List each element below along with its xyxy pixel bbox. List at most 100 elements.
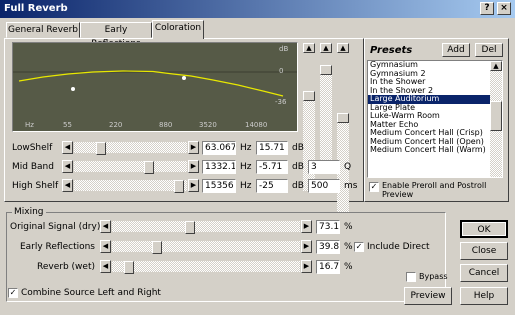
ok-button[interactable]: OK xyxy=(460,220,508,238)
freq-label-55: 55 xyxy=(63,121,72,129)
cancel-button[interactable]: Cancel xyxy=(460,264,508,282)
highshelf-ms-unit: ms xyxy=(344,181,358,191)
vslider-low-up[interactable]: ▲ xyxy=(303,43,315,53)
early-right-arrow[interactable]: ▶ xyxy=(301,240,312,253)
lowshelf-slider[interactable] xyxy=(73,141,188,155)
dry-left-arrow[interactable]: ◀ xyxy=(100,220,111,233)
enable-preroll-checkbox[interactable]: ✓ xyxy=(369,182,379,192)
db-label-zero: 0 xyxy=(279,67,284,75)
freq-label-3520: 3520 xyxy=(199,121,217,129)
early-left-arrow[interactable]: ◀ xyxy=(100,240,111,253)
title-bar: Full Reverb xyxy=(0,0,515,18)
midband-right-arrow[interactable]: ▶ xyxy=(188,160,199,173)
tab-general-reverb[interactable]: General Reverb xyxy=(6,22,80,38)
midband-left-arrow[interactable]: ◀ xyxy=(62,160,73,173)
dry-right-arrow[interactable]: ▶ xyxy=(301,220,312,233)
help-title-button[interactable]: ? xyxy=(480,2,494,15)
midband-q-unit: Q xyxy=(344,162,352,172)
preset-add-button[interactable]: Add xyxy=(442,43,470,57)
wet-right-arrow[interactable]: ▶ xyxy=(301,260,312,273)
window-title: Full Reverb xyxy=(4,3,68,14)
highshelf-slider[interactable] xyxy=(73,179,188,193)
tab-coloration[interactable]: Coloration xyxy=(152,20,204,39)
freq-label-220: 220 xyxy=(109,121,123,129)
help-button[interactable]: Help xyxy=(460,287,508,305)
highshelf-gain-unit: dB xyxy=(292,181,304,191)
lowshelf-left-arrow[interactable]: ◀ xyxy=(62,141,73,154)
highshelf-thumb[interactable] xyxy=(174,180,184,193)
freq-label-14080: 14080 xyxy=(245,121,268,129)
dry-value-field[interactable]: 73.1 xyxy=(316,220,340,234)
midband-freq-field[interactable]: 1332.1 xyxy=(202,160,236,174)
midband-q-field[interactable]: 3 xyxy=(308,160,340,174)
early-value-field[interactable]: 39.8 xyxy=(316,240,340,254)
close-title-button[interactable]: × xyxy=(497,2,511,15)
wet-label: Reverb (wet) xyxy=(37,262,95,272)
lowshelf-freq-unit: Hz xyxy=(240,143,252,153)
bypass-label: Bypass xyxy=(419,272,448,281)
lowshelf-right-arrow[interactable]: ▶ xyxy=(188,141,199,154)
db-label-bottom: -36 xyxy=(275,98,287,106)
midband-thumb[interactable] xyxy=(144,161,154,174)
freq-label-880: 880 xyxy=(159,121,173,129)
wet-value-field[interactable]: 16.7 xyxy=(316,260,340,274)
preset-item[interactable]: Medium Concert Hall (Warm) xyxy=(368,145,502,155)
wet-unit: % xyxy=(344,262,353,272)
dry-label: Original Signal (dry) xyxy=(10,222,101,232)
vslider-mid-up[interactable]: ▲ xyxy=(320,43,332,53)
midband-slider[interactable] xyxy=(73,160,188,174)
early-slider[interactable] xyxy=(111,240,301,254)
highshelf-ms-field[interactable]: 500 xyxy=(308,179,340,193)
enable-preroll-label: Enable Preroll and Postroll Preview xyxy=(382,181,487,199)
presets-title: Presets xyxy=(370,45,413,56)
highshelf-right-arrow[interactable]: ▶ xyxy=(188,179,199,192)
mixing-title: Mixing xyxy=(12,207,46,217)
lowshelf-thumb[interactable] xyxy=(96,142,106,155)
midband-gain-unit: dB xyxy=(292,162,304,172)
highshelf-label: High Shelf xyxy=(12,181,59,191)
tab-early-reflections[interactable]: Early Reflections xyxy=(80,22,152,49)
lowshelf-gain-field[interactable]: 15.71 xyxy=(256,141,288,155)
presets-scroll-up[interactable]: ▲ xyxy=(490,61,502,71)
wet-left-arrow[interactable]: ◀ xyxy=(100,260,111,273)
eq-graph[interactable]: Hz 55 220 880 3520 14080 dB 0 -36 xyxy=(12,42,298,132)
presets-list[interactable]: Gymnasium Gymnasium 2 In the Shower In t… xyxy=(367,60,503,178)
combine-checkbox[interactable]: ✓ xyxy=(8,288,18,298)
early-label: Early Reflections xyxy=(19,242,95,252)
lowshelf-freq-field[interactable]: 63.067 xyxy=(202,141,236,155)
midband-handle xyxy=(182,76,186,80)
wet-thumb[interactable] xyxy=(124,261,134,274)
include-direct-label: Include Direct xyxy=(367,242,430,252)
close-button[interactable]: Close xyxy=(460,242,508,260)
dry-slider[interactable] xyxy=(111,220,301,234)
vslider-high-up[interactable]: ▲ xyxy=(337,43,349,53)
presets-scrollbar[interactable]: ▲ xyxy=(490,61,502,177)
preview-button[interactable]: Preview xyxy=(404,287,452,305)
midband-label: Mid Band xyxy=(12,162,54,172)
early-unit: % xyxy=(344,242,353,252)
midband-freq-unit: Hz xyxy=(240,162,252,172)
highshelf-freq-field[interactable]: 15356 xyxy=(202,179,236,193)
lowshelf-gain-unit: dB xyxy=(292,143,304,153)
vslider-mid-thumb[interactable] xyxy=(320,65,332,75)
vslider-high-thumb[interactable] xyxy=(337,113,349,123)
bypass-checkbox[interactable] xyxy=(406,272,416,282)
highshelf-left-arrow[interactable]: ◀ xyxy=(62,179,73,192)
presets-scroll-thumb[interactable] xyxy=(490,101,502,131)
combine-label: Combine Source Left and Right xyxy=(21,288,161,298)
preset-del-button[interactable]: Del xyxy=(475,43,503,57)
eq-curve xyxy=(18,70,284,97)
freq-label-hz: Hz xyxy=(25,121,34,129)
include-direct-checkbox[interactable]: ✓ xyxy=(354,242,364,252)
vslider-mid[interactable]: ▲ xyxy=(320,43,332,165)
highshelf-gain-field[interactable]: -25 xyxy=(256,179,288,193)
vslider-low-thumb[interactable] xyxy=(303,91,315,101)
wet-slider[interactable] xyxy=(111,260,301,274)
eq-curve-svg xyxy=(13,70,297,97)
highshelf-freq-unit: Hz xyxy=(240,181,252,191)
early-thumb[interactable] xyxy=(152,241,162,254)
dry-thumb[interactable] xyxy=(185,221,195,234)
lowshelf-label: LowShelf xyxy=(12,143,53,153)
lowshelf-handle xyxy=(71,87,75,91)
midband-gain-field[interactable]: -5.71 xyxy=(256,160,288,174)
